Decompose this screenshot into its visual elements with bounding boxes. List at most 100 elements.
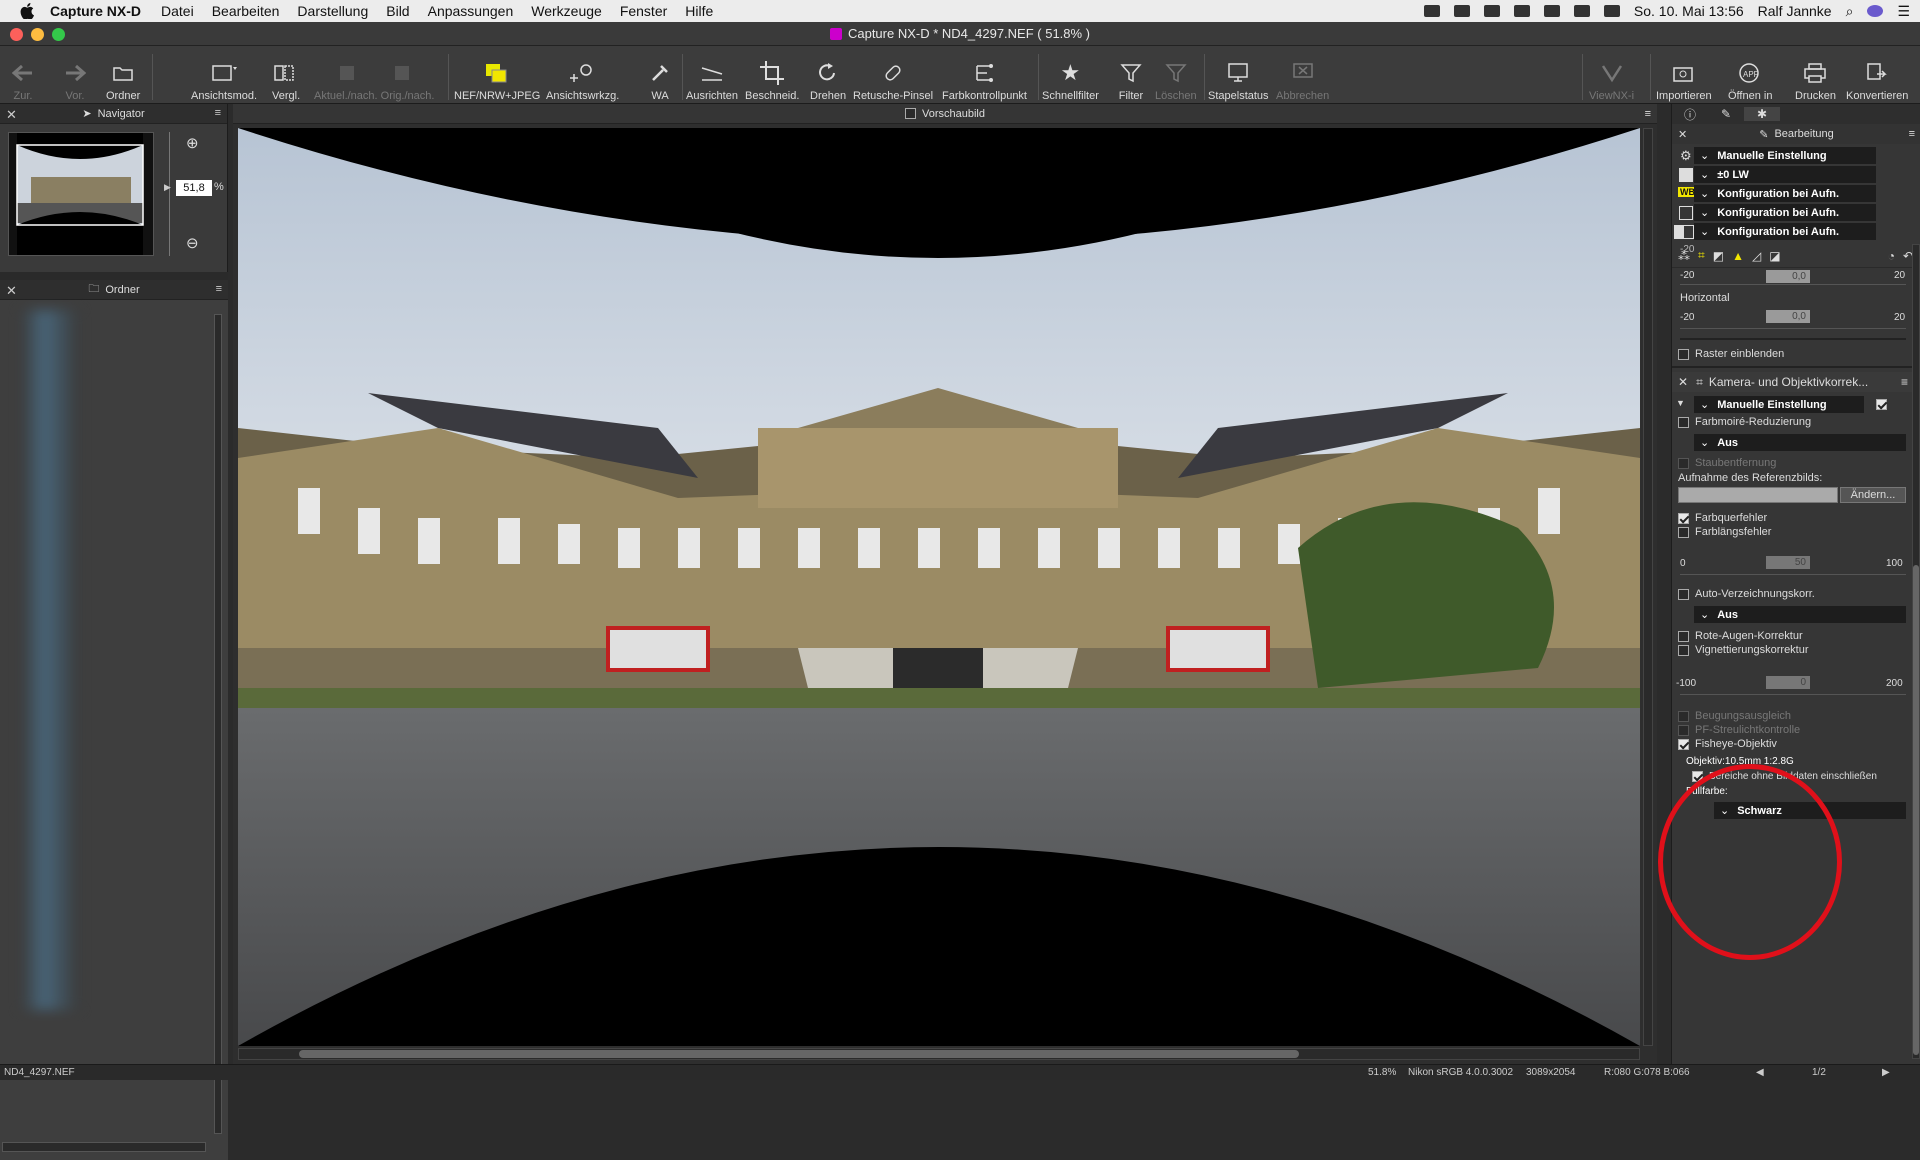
curves-icon[interactable]: ◪ (1769, 249, 1780, 263)
picture-control-select[interactable]: Manuelle Einstellung (1694, 147, 1876, 164)
preview-checkbox[interactable] (905, 108, 916, 119)
menu-app[interactable]: Capture NX-D (50, 3, 141, 19)
time-machine-icon[interactable] (1513, 5, 1530, 17)
lens-mode-checkbox[interactable] (1876, 399, 1887, 410)
wb-select[interactable]: Konfiguration bei Aufn. (1694, 185, 1876, 202)
right-panel-scrollbar[interactable] (1912, 244, 1920, 1059)
distortion-select[interactable]: Aus (1694, 606, 1906, 623)
panel-menu-icon[interactable]: ≡ (216, 283, 222, 295)
pf-flare-option[interactable]: PF-Streulichtkontrolle (1678, 724, 1800, 736)
d-lighting-select[interactable]: Konfiguration bei Aufn. (1694, 223, 1876, 240)
zoom-in-icon[interactable]: ⊕ (186, 134, 199, 152)
zoom-value[interactable]: 51,8 (176, 180, 212, 196)
red-eye-option[interactable]: Rote-Augen-Korrektur (1678, 630, 1803, 642)
include-no-data-option[interactable]: Bereiche ohne Bilddaten einschließen (1692, 771, 1877, 782)
compare-button[interactable]: Vergl. (272, 50, 300, 102)
wifi-icon[interactable] (1573, 5, 1590, 17)
back-button[interactable]: Zur. (10, 50, 36, 102)
retouch-brush-button[interactable]: Retusche-Pinsel (853, 50, 933, 102)
active-d-lighting-icon[interactable] (1674, 225, 1694, 239)
menu-fenster[interactable]: Fenster (620, 3, 667, 19)
lens-mode-select[interactable]: Manuelle Einstellung (1694, 396, 1864, 413)
batch-status-button[interactable]: Stapelstatus (1208, 50, 1269, 102)
ref-image-field[interactable] (1678, 487, 1838, 503)
auto-distortion-checkbox[interactable] (1678, 588, 1689, 600)
exposure-select[interactable]: ±0 LW (1694, 166, 1876, 183)
include-no-data-checkbox[interactable] (1692, 771, 1703, 782)
fisheye-photo[interactable] (238, 128, 1640, 1046)
notification-list-icon[interactable]: ☰ (1897, 3, 1910, 20)
tab-info[interactable]: ⓘ (1672, 106, 1708, 123)
folder-hscrollbar[interactable] (2, 1142, 206, 1152)
cloud-icon[interactable] (1483, 5, 1500, 17)
straighten-button[interactable]: Ausrichten (686, 50, 738, 102)
picture-control-icon[interactable] (1679, 206, 1693, 220)
menu-datei[interactable]: Datei (161, 3, 194, 19)
moire-checkbox[interactable] (1678, 416, 1689, 428)
panel-menu-icon[interactable]: ≡ (1901, 375, 1908, 389)
auto-distortion-option[interactable]: Auto-Verzeichnungskorr. (1678, 588, 1815, 600)
vignette-checkbox[interactable] (1678, 644, 1689, 656)
nef-jpeg-button[interactable]: NEF/NRW+JPEG (454, 50, 540, 102)
spotlight-search-icon[interactable]: ⌕ (1846, 3, 1854, 20)
quick-filter-button[interactable]: ★ Schnellfilter (1042, 50, 1099, 102)
horizontal-value[interactable]: 0,0 (1766, 310, 1810, 323)
menu-bild[interactable]: Bild (386, 3, 409, 19)
exposure-icon[interactable] (1679, 168, 1693, 182)
panel-menu-icon[interactable]: ≡ (215, 107, 221, 119)
siri-icon[interactable] (1867, 5, 1884, 17)
menu-darstellung[interactable]: Darstellung (297, 3, 368, 19)
convert-button[interactable]: Konvertieren (1846, 50, 1908, 102)
close-icon[interactable]: ✕ (1678, 128, 1687, 141)
apple-icon[interactable] (18, 2, 36, 20)
creative-cloud-icon[interactable] (1453, 5, 1470, 17)
red-eye-checkbox[interactable] (1678, 630, 1689, 642)
filmstrip-prev-icon[interactable]: ◀ (1756, 1067, 1764, 1078)
lens-correction-icon[interactable]: ⌗ (1698, 248, 1705, 263)
menu-bearbeiten[interactable]: Bearbeiten (212, 3, 280, 19)
gear-icon[interactable]: ⚙ (1680, 148, 1692, 164)
folder-tree[interactable] (0, 300, 228, 1160)
bluetooth-icon[interactable] (1543, 5, 1560, 17)
dropbox-icon[interactable] (1423, 5, 1440, 17)
axial-ca-option[interactable]: Farblängsfehler (1678, 526, 1771, 538)
delete-filter-button[interactable]: Löschen (1155, 50, 1197, 102)
close-icon[interactable]: ✕ (6, 107, 17, 123)
clock[interactable]: So. 10. Mai 13:56 (1634, 3, 1744, 19)
filmstrip-next-icon[interactable]: ▶ (1882, 1067, 1890, 1078)
folder-button[interactable]: Ordner (106, 50, 140, 102)
scroll-thumb[interactable] (1913, 565, 1919, 1055)
viewnx-button[interactable]: ViewNX-i (1589, 50, 1634, 102)
dust-option[interactable]: Staubentfernung (1678, 457, 1776, 469)
menu-anpassungen[interactable]: Anpassungen (428, 3, 514, 19)
history-icon[interactable]: ◔ (1888, 249, 1895, 263)
import-button[interactable]: Importieren (1656, 50, 1712, 102)
change-button[interactable]: Ändern... (1840, 487, 1906, 503)
vignette-track[interactable] (1680, 694, 1906, 695)
fisheye-option[interactable]: Fisheye-Objektiv (1678, 738, 1777, 750)
close-icon[interactable]: ✕ (1678, 375, 1688, 389)
lateral-ca-checkbox[interactable] (1678, 512, 1689, 524)
vertical-value[interactable]: 0,0 (1766, 270, 1810, 283)
grid-option[interactable]: Raster einblenden (1678, 348, 1784, 360)
forward-button[interactable]: Vor. (62, 50, 88, 102)
panel-menu-icon[interactable]: ≡ (1909, 128, 1915, 140)
zoom-window-button[interactable] (52, 28, 65, 41)
tab-edit[interactable]: ✎ (1708, 107, 1744, 121)
close-window-button[interactable] (10, 28, 23, 41)
axial-value[interactable]: 50 (1766, 556, 1810, 569)
scroll-thumb[interactable] (299, 1050, 1299, 1058)
fisheye-checkbox[interactable] (1678, 738, 1689, 750)
open-in-button[interactable]: APP Öffnen in (1728, 50, 1772, 102)
menu-hilfe[interactable]: Hilfe (685, 3, 713, 19)
diffraction-checkbox[interactable] (1678, 710, 1689, 722)
image-vscrollbar[interactable] (1643, 128, 1653, 1046)
tab-tools[interactable]: ✱ (1744, 107, 1780, 121)
print-button[interactable]: Drucken (1795, 50, 1836, 102)
view-tool-button[interactable]: Ansichtswrkzg. (546, 50, 619, 102)
diffraction-option[interactable]: Beugungsausgleich (1678, 710, 1791, 722)
axial-track[interactable] (1680, 574, 1906, 575)
horizontal-track[interactable] (1680, 328, 1906, 329)
levels-icon[interactable]: ◩ (1713, 249, 1724, 263)
vignette-option[interactable]: Vignettierungskorrektur (1678, 644, 1809, 656)
